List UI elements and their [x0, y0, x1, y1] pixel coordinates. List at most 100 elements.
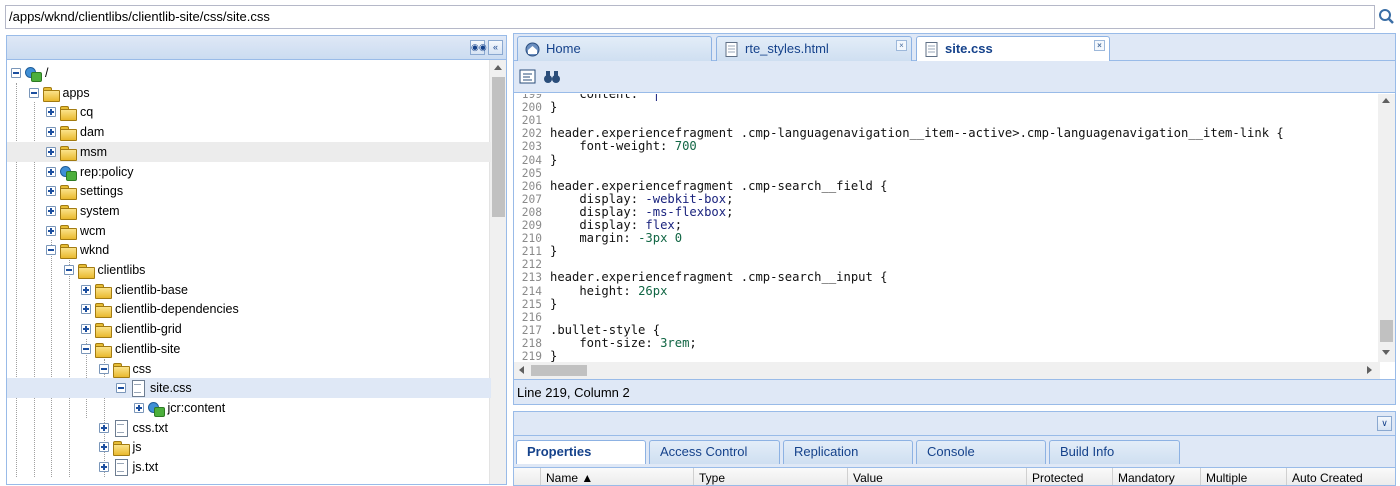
- expand-toggle-icon[interactable]: [46, 127, 56, 138]
- find-icon[interactable]: [543, 69, 561, 85]
- search-button[interactable]: [1378, 6, 1396, 28]
- collapse-toggle-icon[interactable]: [116, 383, 126, 394]
- tab-console[interactable]: Console: [916, 440, 1046, 464]
- scroll-down-icon[interactable]: [1382, 350, 1390, 355]
- tree-node-css-txt[interactable]: css.txt: [7, 418, 491, 438]
- tree-node-wknd[interactable]: wknd: [7, 240, 491, 260]
- code-line: 217 .bullet-style {: [514, 323, 1378, 337]
- code-line: 215}: [514, 297, 1378, 311]
- tab-label: Home: [546, 41, 581, 56]
- expand-toggle-icon[interactable]: [46, 146, 56, 157]
- tree-node-settings[interactable]: settings: [7, 181, 491, 201]
- expand-toggle-icon[interactable]: [81, 284, 91, 295]
- format-icon[interactable]: [519, 69, 537, 85]
- collapse-toggle-icon[interactable]: [63, 265, 74, 275]
- properties-panel: ∨ Properties Access Control Replication Con…: [513, 411, 1396, 486]
- scrollbar-thumb[interactable]: [492, 77, 505, 217]
- tree-node--[interactable]: /: [7, 63, 491, 83]
- line-text: header.experiencefragment .cmp-search__f…: [550, 178, 888, 193]
- tab-home[interactable]: Home: [517, 36, 712, 61]
- tab-replication[interactable]: Replication: [783, 440, 913, 464]
- code-line: 213 header.experiencefragment .cmp-search…: [514, 270, 1378, 285]
- line-text: font-weight: 700: [550, 139, 697, 154]
- code-editor[interactable]: 199 content: "|" 200} 201 202 header.experie…: [514, 94, 1378, 362]
- code-line: 209 display: flex;: [514, 219, 1378, 233]
- tab-label: rte_styles.html: [745, 41, 829, 56]
- tree-node-label: css.txt: [132, 420, 168, 435]
- collapse-toggle-icon[interactable]: [46, 245, 56, 256]
- tab-rte-styles-html[interactable]: rte_styles.html ×: [716, 36, 912, 61]
- tree-node-clientlibs[interactable]: clientlibs: [7, 260, 491, 280]
- tree-node-clientlib-dependencies[interactable]: clientlib-dependencies: [7, 299, 491, 319]
- tree-node-site-css[interactable]: site.css: [7, 378, 491, 399]
- tree-node-msm[interactable]: msm: [7, 141, 491, 162]
- tree-node-css[interactable]: css: [7, 359, 491, 379]
- tree-node-js-txt[interactable]: js.txt: [7, 457, 491, 477]
- collapse-left-icon[interactable]: «: [488, 40, 503, 55]
- column-header-multiple[interactable]: Multiple: [1200, 468, 1286, 485]
- tab-access-control[interactable]: Access Control: [649, 440, 780, 464]
- expand-toggle-icon[interactable]: [81, 324, 91, 335]
- expand-toggle-icon[interactable]: [98, 442, 109, 453]
- code-horizontal-scrollbar[interactable]: [514, 362, 1380, 379]
- column-header-mandatory[interactable]: Mandatory: [1112, 468, 1200, 485]
- column-header-value[interactable]: Value: [847, 468, 1026, 485]
- path-input[interactable]: /apps/wknd/clientlibs/clientlib-site/css…: [5, 5, 1375, 29]
- tree-scrollbar[interactable]: [489, 60, 506, 484]
- column-header-type[interactable]: Type: [693, 468, 847, 485]
- collapse-down-icon[interactable]: ∨: [1377, 416, 1392, 431]
- scroll-up-icon[interactable]: [494, 65, 502, 70]
- code-vertical-scrollbar[interactable]: [1378, 94, 1395, 362]
- tree-node-clientlib-grid[interactable]: clientlib-grid: [7, 319, 491, 339]
- column-header-name[interactable]: Name ▲: [540, 468, 693, 485]
- tab-build-info[interactable]: Build Info: [1049, 440, 1180, 464]
- column-header-auto-created[interactable]: Auto Created: [1286, 468, 1395, 485]
- tree-node-rep-policy[interactable]: rep:policy: [7, 162, 491, 182]
- collapse-toggle-icon[interactable]: [81, 343, 91, 354]
- tab-site-css[interactable]: site.css ×: [916, 36, 1110, 62]
- close-icon[interactable]: ×: [1094, 40, 1105, 51]
- code-line: 216: [514, 311, 1378, 324]
- line-text: }: [550, 152, 558, 167]
- expand-toggle-icon[interactable]: [46, 205, 56, 216]
- expand-toggle-icon[interactable]: [46, 186, 56, 197]
- tree-node-wcm[interactable]: wcm: [7, 221, 491, 241]
- expand-toggle-icon[interactable]: [46, 166, 56, 177]
- cursor-position-status: Line 219, Column 2: [514, 379, 1395, 404]
- close-icon[interactable]: ×: [896, 40, 907, 51]
- scrollbar-thumb[interactable]: [531, 365, 587, 376]
- code-line: 204}: [514, 152, 1378, 167]
- collapse-toggle-icon[interactable]: [98, 363, 109, 374]
- line-text: header.experiencefragment .cmp-search__i…: [550, 270, 888, 285]
- tree-node-clientlib-base[interactable]: clientlib-base: [7, 280, 491, 300]
- line-text: }: [550, 100, 558, 115]
- scroll-up-icon[interactable]: [1382, 98, 1390, 103]
- collapse-toggle-icon[interactable]: [28, 87, 39, 98]
- expand-toggle-icon[interactable]: [98, 422, 109, 433]
- tree-node-dam[interactable]: dam: [7, 122, 491, 142]
- tree-node-system[interactable]: system: [7, 201, 491, 221]
- folder-icon: [94, 341, 112, 358]
- code-line: 201: [514, 114, 1378, 127]
- scroll-right-icon[interactable]: [1367, 366, 1372, 374]
- expand-toggle-icon[interactable]: [46, 107, 56, 118]
- tree-node-label: rep:policy: [80, 164, 134, 179]
- code-line: 203 font-weight: 700: [514, 139, 1378, 154]
- expand-toggle-icon[interactable]: [46, 225, 56, 236]
- collapse-toggle-icon[interactable]: [11, 68, 21, 78]
- tree-node-clientlib-site[interactable]: clientlib-site: [7, 339, 491, 359]
- tree-node-jcr-content[interactable]: jcr:content: [7, 398, 491, 418]
- expand-toggle-icon[interactable]: [98, 462, 109, 472]
- tab-properties[interactable]: Properties: [516, 440, 646, 464]
- binoculars-icon[interactable]: ◉◉: [470, 40, 487, 55]
- column-header-protected[interactable]: Protected: [1026, 468, 1112, 485]
- expand-toggle-icon[interactable]: [81, 304, 91, 315]
- scroll-left-icon[interactable]: [519, 366, 524, 374]
- code-line: 212: [514, 258, 1378, 271]
- scrollbar-thumb[interactable]: [1380, 320, 1393, 342]
- tree-node-cq[interactable]: cq: [7, 102, 491, 122]
- expand-toggle-icon[interactable]: [133, 402, 144, 413]
- tree-node-js[interactable]: js: [7, 437, 491, 457]
- tree-node-apps[interactable]: apps: [7, 83, 491, 103]
- line-number: 204: [521, 153, 542, 167]
